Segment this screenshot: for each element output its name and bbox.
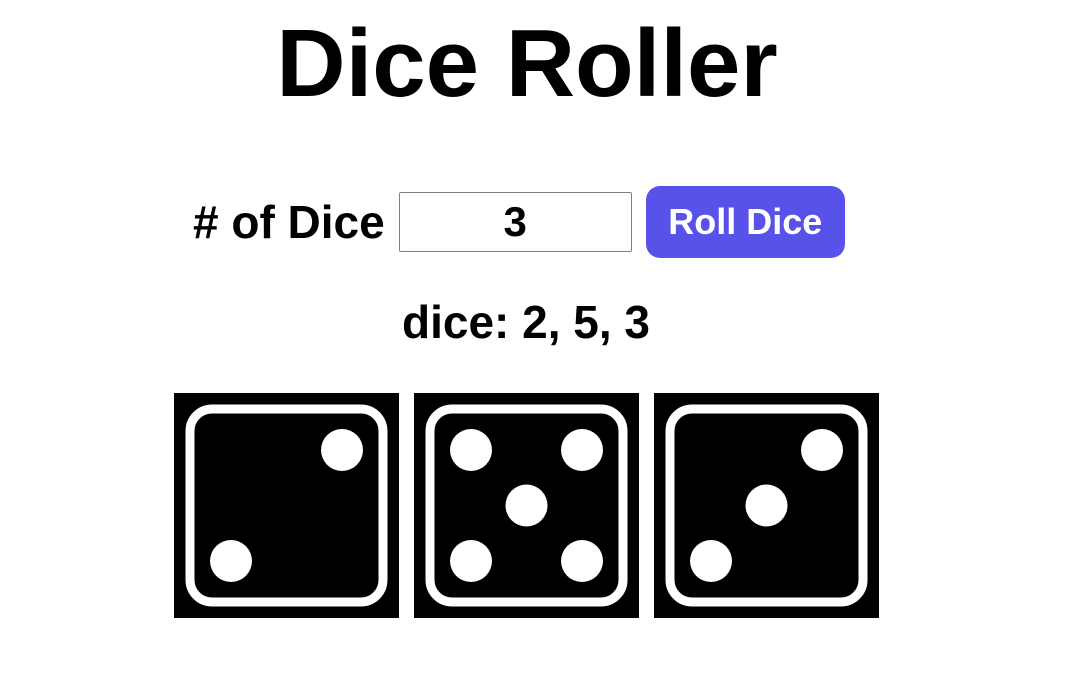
dice-count-input[interactable] (398, 192, 632, 252)
die-face-2-icon (174, 393, 399, 618)
die-pip (690, 540, 732, 582)
die-pip (450, 540, 492, 582)
roll-dice-button[interactable]: Roll Dice (645, 186, 845, 258)
die-pip (801, 429, 843, 471)
dice-controls: # of Dice Roll Dice (193, 186, 845, 258)
dice-row (174, 393, 879, 618)
die-pip (561, 429, 603, 471)
die-pip (210, 540, 252, 582)
die-pip (505, 484, 548, 527)
dice-count-label: # of Dice (193, 196, 385, 248)
die-face-3-icon (654, 393, 879, 618)
die-pip (745, 484, 788, 527)
die-pip (561, 540, 603, 582)
dice-result-text: dice: 2, 5, 3 (401, 296, 650, 348)
die-pip (321, 429, 363, 471)
page-title: Dice Roller (276, 10, 778, 117)
die-background (174, 393, 399, 618)
die-pip (450, 429, 492, 471)
dice-roller-page: Dice Roller # of Dice Roll Dice dice: 2,… (0, 0, 1086, 685)
die-face-5-icon (414, 393, 639, 618)
